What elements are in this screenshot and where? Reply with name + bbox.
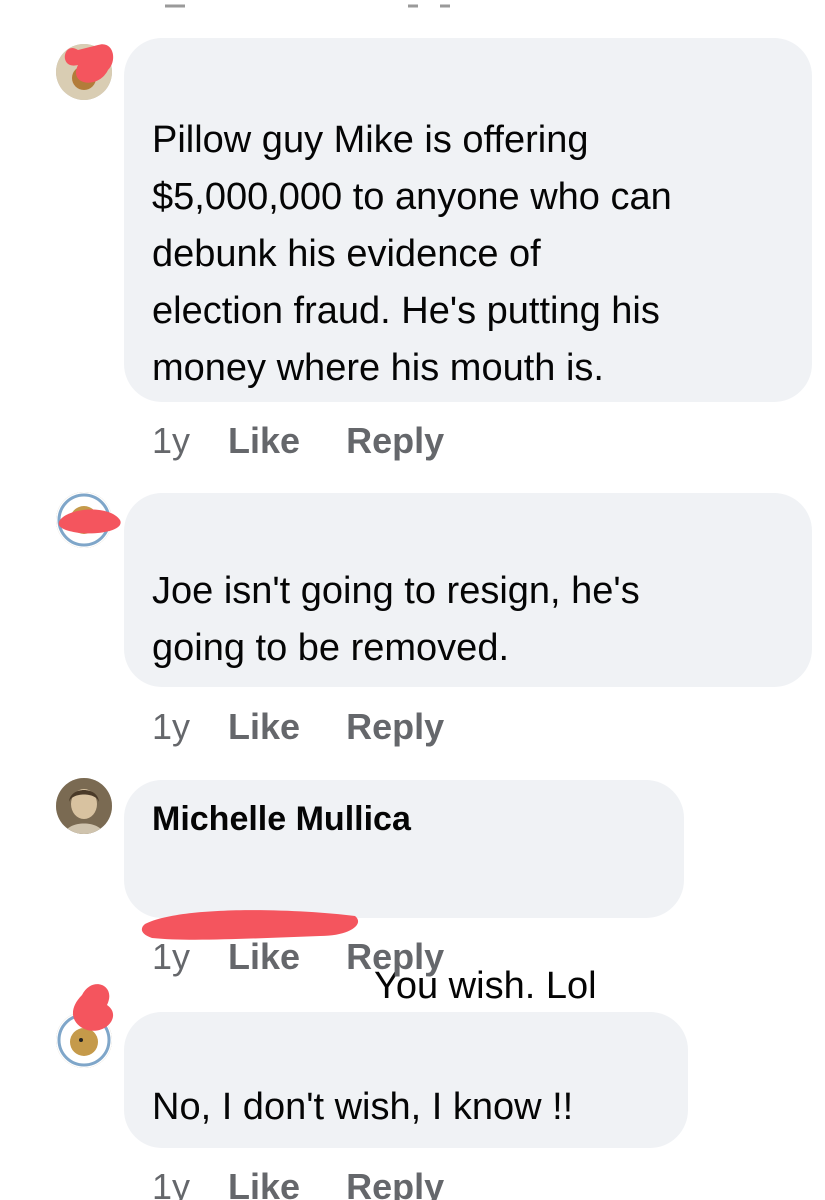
reply-button[interactable]: Reply (346, 420, 444, 462)
comment-timestamp[interactable]: 1y (152, 1166, 190, 1200)
comment-author-name[interactable]: Michelle Mullica (152, 798, 656, 840)
commenter-avatar[interactable] (56, 778, 112, 834)
comment-text: Pillow guy Mike is offering $5,000,000 t… (152, 119, 672, 389)
comment-actions: 1y Like Reply (152, 936, 444, 978)
like-button[interactable]: Like (228, 420, 300, 462)
comment-actions: 1y Like Reply (152, 706, 444, 748)
comment-timestamp[interactable]: 1y (152, 706, 190, 748)
profile-photo-icon (56, 778, 112, 834)
like-button[interactable]: Like (228, 706, 300, 748)
comment-timestamp[interactable]: 1y (152, 420, 190, 462)
previous-actions-remnant (165, 4, 450, 8)
comment-text: Joe isn't going to resign, he's going to… (152, 570, 640, 669)
reply-button[interactable]: Reply (346, 1166, 444, 1200)
reply-button[interactable]: Reply (346, 936, 444, 978)
reply-button[interactable]: Reply (346, 706, 444, 748)
comment-actions: 1y Like Reply (152, 420, 444, 462)
comment-timestamp[interactable]: 1y (152, 936, 190, 978)
comment-bubble: Pillow guy Mike is offering $5,000,000 t… (124, 38, 812, 402)
comment-bubble: Michelle Mullica You wish. Lol (124, 780, 684, 1007)
like-button[interactable]: Like (228, 1166, 300, 1200)
comment-actions: 1y Like Reply (152, 1166, 444, 1200)
like-button[interactable]: Like (228, 936, 300, 978)
comment-bubble: Joe isn't going to resign, he's going to… (124, 493, 812, 687)
comment-bubble: No, I don't wish, I know !! (124, 1012, 688, 1148)
comments-thread: Pillow guy Mike is offering $5,000,000 t… (0, 0, 825, 1200)
comment-text: No, I don't wish, I know !! (152, 1086, 574, 1128)
